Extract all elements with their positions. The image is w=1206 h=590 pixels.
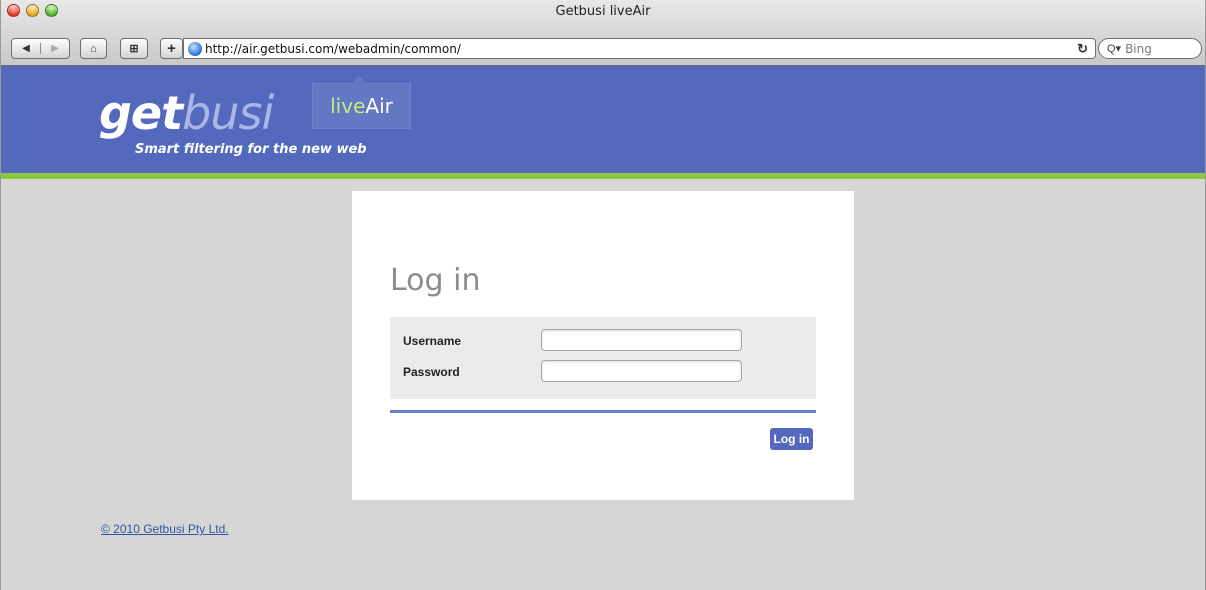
globe-icon <box>188 41 202 56</box>
page-title: Log in <box>390 263 481 298</box>
logo-busi: busi <box>182 86 274 140</box>
browser-toolbar: ◀ ▶ ⌂ ⊞ + http://air.getbusi.com/webadmi… <box>11 38 1202 60</box>
forward-icon[interactable]: ▶ <box>41 43 69 54</box>
reload-icon[interactable]: ↻ <box>1077 41 1088 57</box>
search-placeholder: Bing <box>1125 41 1152 56</box>
browser-chrome: Getbusi liveAir ◀ ▶ ⌂ ⊞ + http://air.get… <box>1 0 1205 66</box>
badge-live: live <box>330 94 366 118</box>
logo-get: get <box>99 86 183 140</box>
back-icon[interactable]: ◀ <box>12 43 41 54</box>
logo-tagline: Smart filtering for the new web <box>135 142 367 157</box>
site-header: getbusi Smart filtering for the new web … <box>1 66 1205 173</box>
login-panel: Log in Username Password Log in <box>352 191 854 500</box>
username-label: Username <box>403 334 462 348</box>
form-divider <box>390 410 816 413</box>
bookmarks-icon[interactable]: ⊞ <box>120 38 148 59</box>
login-button[interactable]: Log in <box>770 428 813 450</box>
password-label: Password <box>403 365 460 379</box>
address-bar[interactable]: http://air.getbusi.com/webadmin/common/ … <box>183 38 1096 59</box>
window-title: Getbusi liveAir <box>555 4 651 19</box>
password-input[interactable] <box>541 360 742 382</box>
header-accent-bar <box>1 173 1205 179</box>
username-input[interactable] <box>541 329 742 351</box>
login-form: Username Password <box>390 317 816 399</box>
copyright-link[interactable]: © 2010 Getbusi Pty Ltd. <box>101 522 229 536</box>
search-icon[interactable]: Q▾ <box>1107 42 1121 55</box>
badge-air: Air <box>365 94 393 118</box>
add-bookmark-icon[interactable]: + <box>160 38 183 59</box>
home-icon[interactable]: ⌂ <box>80 38 107 59</box>
getbusi-logo: getbusi Smart filtering for the new web <box>99 90 367 157</box>
search-field[interactable]: Q▾ Bing <box>1098 38 1202 59</box>
back-forward-buttons: ◀ ▶ <box>11 38 70 59</box>
liveair-badge: live Air <box>312 76 411 129</box>
url-text[interactable]: http://air.getbusi.com/webadmin/common/ <box>205 42 1077 56</box>
browser-window: Getbusi liveAir ◀ ▶ ⌂ ⊞ + http://air.get… <box>0 0 1206 590</box>
